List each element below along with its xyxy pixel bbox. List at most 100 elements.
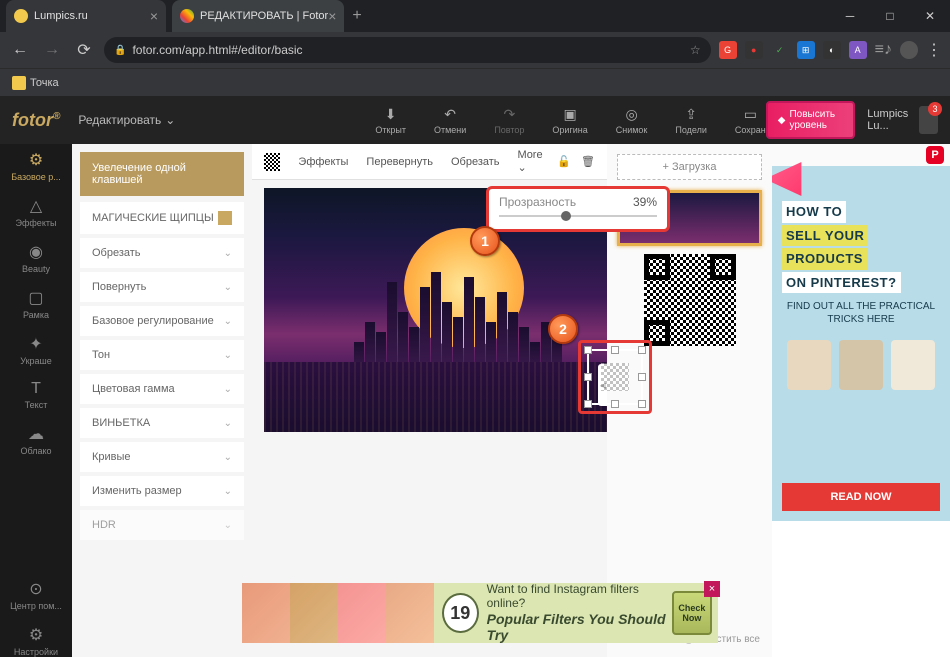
banner-cta-button[interactable]: Check Now bbox=[672, 591, 712, 635]
tool-open[interactable]: ⬇Открыт bbox=[375, 106, 406, 135]
panel-item-curves[interactable]: Кривые⌄ bbox=[80, 442, 244, 472]
resize-handle[interactable] bbox=[584, 373, 592, 381]
ext-icon-2[interactable]: ● bbox=[745, 41, 763, 59]
new-tab-button[interactable]: + bbox=[352, 7, 361, 25]
tool-redo[interactable]: ↷Повтор bbox=[494, 106, 524, 135]
bookmark-item[interactable]: Точка bbox=[12, 76, 59, 90]
rail-sticker[interactable]: ✦Украше bbox=[20, 334, 52, 366]
profile-avatar[interactable] bbox=[900, 41, 918, 59]
user-avatar[interactable]: 3 bbox=[919, 106, 938, 134]
window-minimize[interactable]: ─ bbox=[830, 0, 870, 32]
banner-images bbox=[242, 583, 434, 643]
side-panel: Увелечение одной клавишей МАГИЧЕСКИЕ ЩИП… bbox=[72, 144, 252, 657]
rail-settings[interactable]: ⚙Настройки bbox=[14, 625, 58, 657]
banner-close-button[interactable]: × bbox=[704, 581, 720, 597]
ext-icon-1[interactable]: G bbox=[719, 41, 737, 59]
ext-icon-4[interactable]: ⊞ bbox=[797, 41, 815, 59]
lock-icon: 🔒 bbox=[114, 45, 126, 56]
rail-help[interactable]: ⊙Центр пом... bbox=[10, 579, 62, 611]
rail-effects[interactable]: △Эффекты bbox=[16, 196, 57, 228]
playlist-icon[interactable]: ≡♪ bbox=[875, 41, 892, 59]
tab-close-icon[interactable]: × bbox=[328, 8, 336, 24]
app-header: fotor® Редактировать⌄ ⬇Открыт ↶Отмени ↷П… bbox=[0, 96, 950, 144]
panel-header[interactable]: Увелечение одной клавишей bbox=[80, 152, 244, 196]
ext-icon-5[interactable]: ◐ bbox=[823, 41, 841, 59]
tool-undo[interactable]: ↶Отмени bbox=[434, 106, 466, 135]
address-bar[interactable]: 🔒 fotor.com/app.html#/editor/basic ☆ bbox=[104, 37, 711, 63]
resize-handle[interactable] bbox=[638, 373, 646, 381]
upload-button[interactable]: + Загрузка bbox=[617, 154, 762, 180]
tool-save[interactable]: ▭Сохран bbox=[735, 106, 766, 135]
panel-item-color[interactable]: Цветовая гамма⌄ bbox=[80, 374, 244, 404]
tool-snapshot[interactable]: ◎Снимок bbox=[616, 106, 648, 135]
slider-thumb[interactable] bbox=[561, 211, 571, 221]
bookmark-label: Точка bbox=[30, 77, 59, 89]
resize-handle[interactable] bbox=[611, 346, 619, 354]
panel-item-rotate[interactable]: Повернуть⌄ bbox=[80, 272, 244, 302]
tb-flip[interactable]: Перевернуть bbox=[366, 156, 433, 168]
rail-frame[interactable]: ▢Рамка bbox=[23, 288, 49, 320]
callout-marker-2: 2 bbox=[548, 314, 578, 344]
ad-headline: HOW TO SELL YOUR PRODUCTS ON PINTEREST? bbox=[782, 200, 940, 294]
banner-number: 19 bbox=[442, 593, 479, 633]
menu-icon[interactable]: ⋮ bbox=[926, 40, 942, 60]
chevron-down-icon: ⌄ bbox=[224, 316, 232, 327]
tb-crop[interactable]: Обрезать bbox=[451, 156, 500, 168]
panel-item-hdr[interactable]: HDR⌄ bbox=[80, 510, 244, 540]
chevron-down-icon: ⌄ bbox=[224, 486, 232, 497]
resize-handle[interactable] bbox=[638, 400, 646, 408]
resize-handle[interactable] bbox=[638, 346, 646, 354]
tool-share[interactable]: ⇪Подели bbox=[675, 106, 707, 135]
resize-handle[interactable] bbox=[584, 346, 592, 354]
nav-back[interactable]: ← bbox=[8, 41, 32, 59]
diamond-icon: ◆ bbox=[778, 115, 786, 126]
snapshot-icon: ◎ bbox=[625, 106, 637, 123]
panel-item-basic-adjust[interactable]: Базовое регулирование⌄ bbox=[80, 306, 244, 336]
opacity-slider[interactable] bbox=[499, 209, 657, 223]
tb-more[interactable]: More ⌄ bbox=[518, 149, 548, 174]
panel-item-magic[interactable]: МАГИЧЕСКИЕ ЩИПЦЫ bbox=[80, 202, 244, 234]
effects-icon: △ bbox=[30, 196, 42, 216]
fotor-logo[interactable]: fotor® bbox=[12, 110, 60, 131]
delete-icon[interactable]: 🗑 bbox=[581, 155, 595, 168]
ad-panel: P HOW TO SELL YOUR PRODUCTS ON PINTEREST… bbox=[772, 144, 950, 657]
star-icon[interactable]: ☆ bbox=[690, 43, 701, 57]
panel-item-vignette[interactable]: ВИНЬЕТКА⌄ bbox=[80, 408, 244, 438]
rail-beauty[interactable]: ◉Beauty bbox=[22, 242, 50, 274]
browser-navbar: ← → ⟳ 🔒 fotor.com/app.html#/editor/basic… bbox=[0, 32, 950, 68]
ext-icon-3[interactable]: ✓ bbox=[771, 41, 789, 59]
tb-effects[interactable]: Эффекты bbox=[298, 156, 348, 168]
panel-item-resize[interactable]: Изменить размер⌄ bbox=[80, 476, 244, 506]
user-label[interactable]: Lumpics Lu... bbox=[867, 108, 911, 132]
callout-marker-1: 1 bbox=[470, 226, 500, 256]
resize-handle[interactable] bbox=[584, 400, 592, 408]
bookmark-favicon bbox=[12, 76, 26, 90]
qr-overlay-selection[interactable] bbox=[578, 340, 652, 414]
nav-reload[interactable]: ⟳ bbox=[72, 40, 96, 60]
tool-original[interactable]: ▣Оригина bbox=[552, 106, 587, 135]
tab-title: Lumpics.ru bbox=[34, 10, 88, 22]
qr-thumbnail-icon[interactable] bbox=[264, 153, 280, 171]
lock-icon[interactable]: 🔓 bbox=[557, 155, 571, 168]
window-maximize[interactable]: □ bbox=[870, 0, 910, 32]
tab-close-icon[interactable]: × bbox=[150, 8, 158, 24]
preview-thumb-qr[interactable] bbox=[644, 254, 736, 346]
rail-text[interactable]: TТекст bbox=[25, 380, 48, 410]
panel-item-crop[interactable]: Обрезать⌄ bbox=[80, 238, 244, 268]
resize-handle[interactable] bbox=[611, 400, 619, 408]
cloud-icon: ☁ bbox=[28, 424, 44, 444]
window-close[interactable]: ✕ bbox=[910, 0, 950, 32]
upgrade-button[interactable]: ◆Повысить уровень bbox=[766, 101, 856, 139]
pinterest-icon[interactable]: P bbox=[926, 146, 944, 164]
ext-icon-6[interactable]: A bbox=[849, 41, 867, 59]
share-icon: ⇪ bbox=[685, 106, 697, 123]
rail-basic[interactable]: ⚙Базовое р... bbox=[11, 150, 61, 182]
browser-tab-0[interactable]: Lumpics.ru × bbox=[6, 0, 166, 32]
mode-dropdown[interactable]: Редактировать⌄ bbox=[78, 113, 175, 127]
panel-item-tone[interactable]: Тон⌄ bbox=[80, 340, 244, 370]
rail-cloud[interactable]: ☁Облако bbox=[20, 424, 51, 456]
ad-cta-button[interactable]: READ NOW bbox=[782, 483, 940, 511]
save-icon: ▭ bbox=[744, 106, 757, 123]
nav-forward[interactable]: → bbox=[40, 41, 64, 59]
browser-tab-1[interactable]: РЕДАКТИРОВАТЬ | Fotor × bbox=[172, 0, 344, 32]
